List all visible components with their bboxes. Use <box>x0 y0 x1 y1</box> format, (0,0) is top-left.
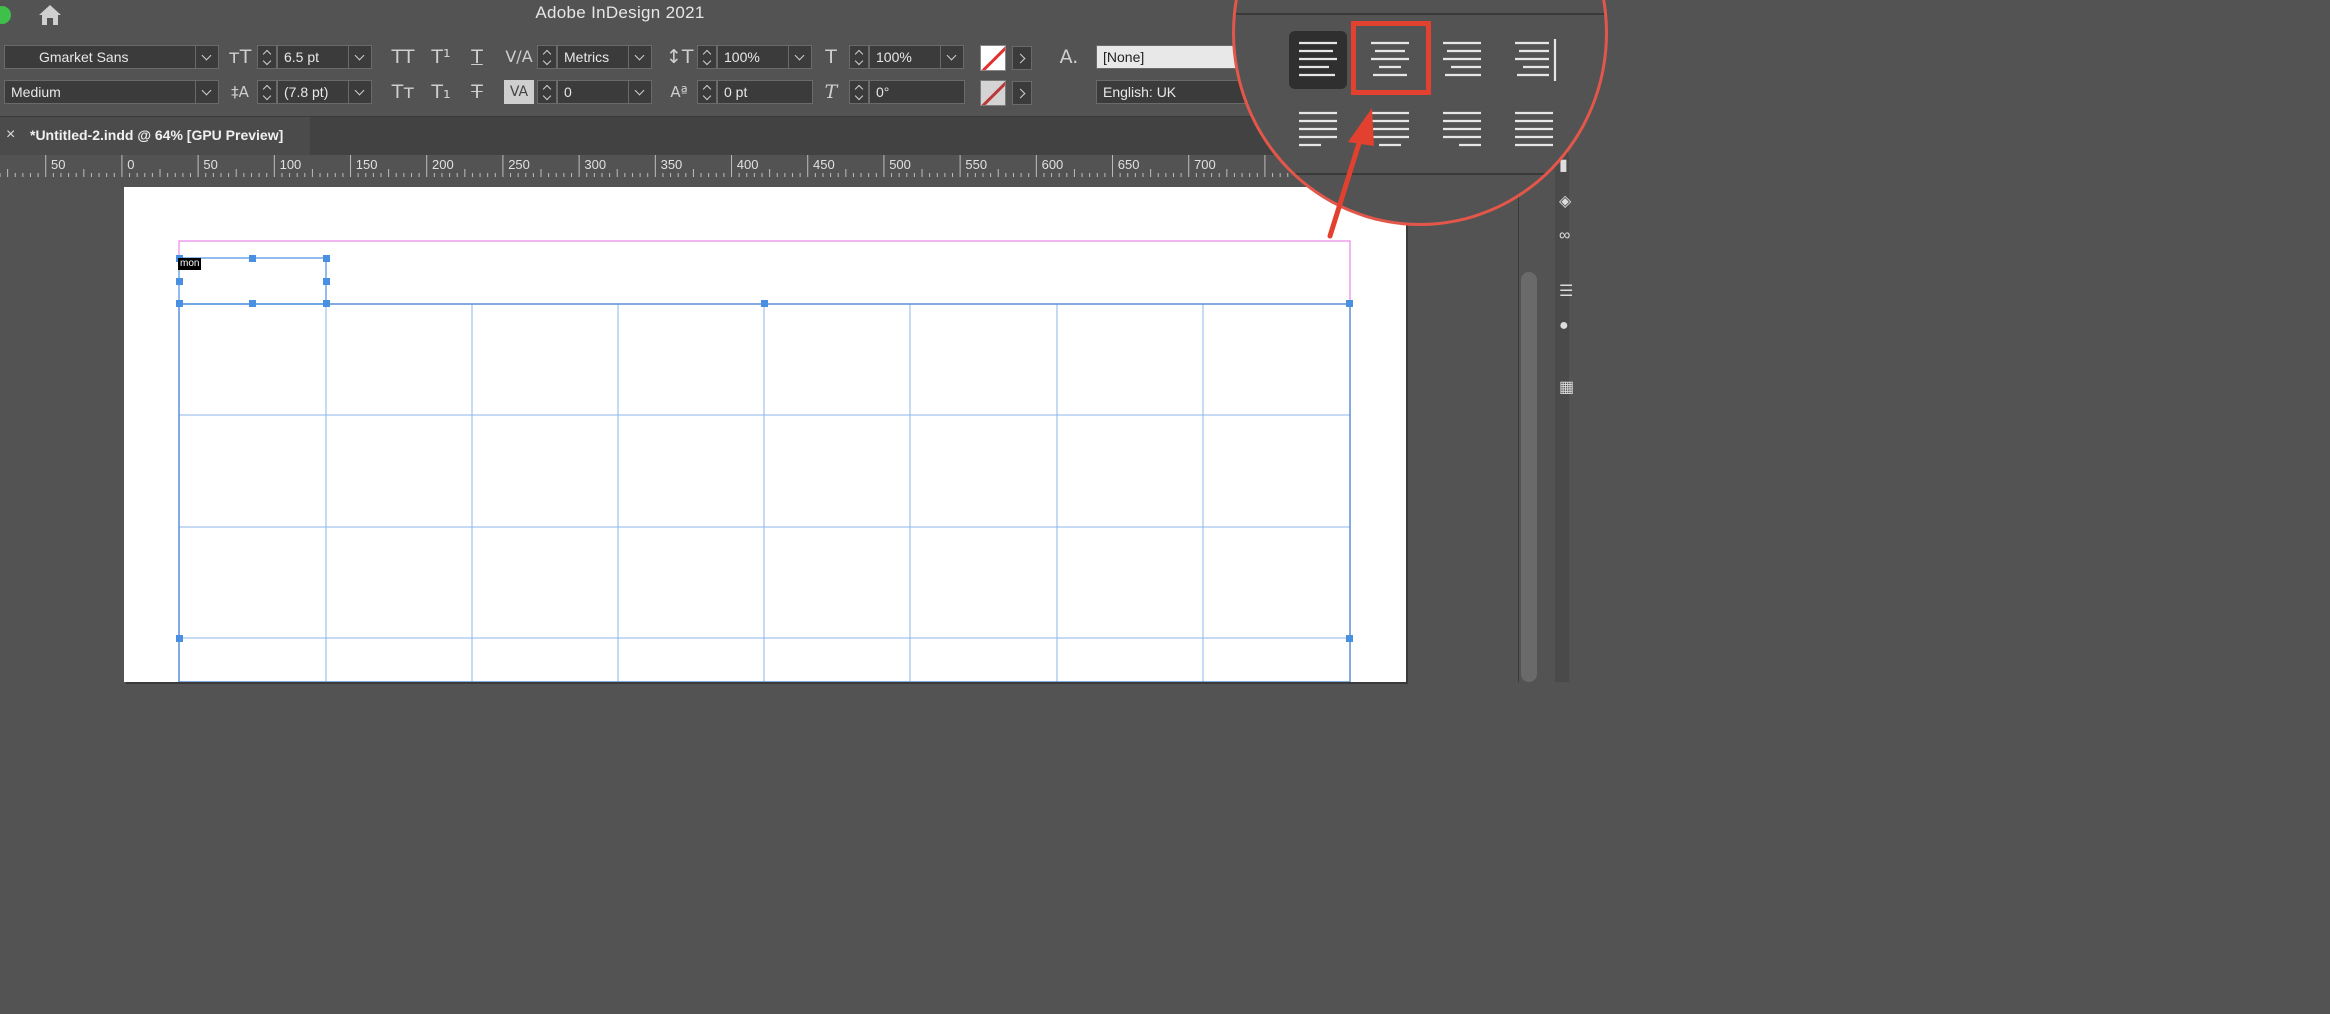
align-left-button[interactable] <box>1289 31 1347 89</box>
justify-left-icon <box>1299 111 1337 147</box>
vertical-scrollbar[interactable] <box>1521 272 1537 682</box>
justify-right-button[interactable] <box>1433 101 1491 159</box>
links-panel-icon[interactable]: ∞ <box>1559 227 1570 245</box>
layers-panel-icon[interactable]: ◈ <box>1559 191 1571 211</box>
stroke-panel-icon[interactable]: ☰ <box>1559 281 1573 301</box>
justify-left-button[interactable] <box>1289 101 1347 159</box>
justify-center-button[interactable] <box>1361 101 1419 159</box>
align-towards-spine-icon <box>1515 39 1557 81</box>
swatches-panel-icon[interactable]: ● <box>1559 317 1569 335</box>
highlight-box <box>1351 21 1431 95</box>
justify-center-icon <box>1371 111 1409 147</box>
align-right-icon <box>1443 41 1481 77</box>
callout-divider <box>1235 173 1605 175</box>
table-grid[interactable] <box>179 303 1350 682</box>
align-towards-spine-button[interactable] <box>1505 31 1563 89</box>
table-panel-icon[interactable]: ▦ <box>1559 377 1574 397</box>
callout-divider <box>1235 13 1605 15</box>
justify-all-button[interactable] <box>1505 101 1563 159</box>
justify-all-icon <box>1515 111 1553 147</box>
align-right-button[interactable] <box>1433 31 1491 89</box>
align-left-icon <box>1299 41 1337 77</box>
justify-right-icon <box>1443 111 1481 147</box>
selected-text[interactable]: mon <box>178 258 202 270</box>
